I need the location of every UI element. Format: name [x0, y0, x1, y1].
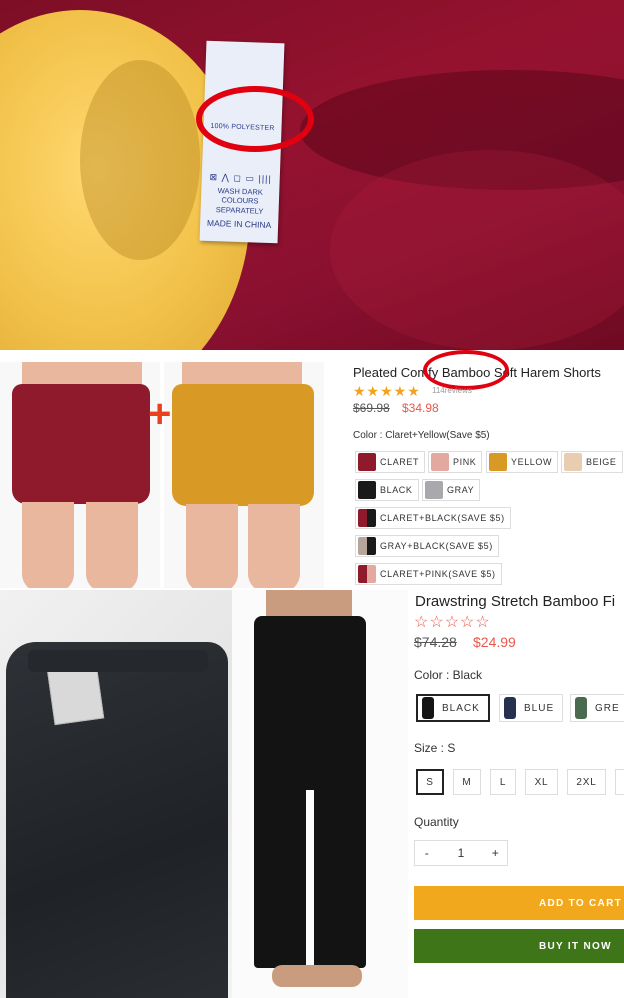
- highlight-circle: [196, 86, 314, 152]
- color-option-beige[interactable]: BEIGE: [561, 451, 623, 473]
- option-label: CLARET: [380, 457, 420, 467]
- tag-origin: MADE IN CHINA: [206, 217, 272, 231]
- pants-product-section: Drawstring Stretch Bamboo Fi ☆☆☆☆☆ $74.2…: [0, 590, 624, 998]
- swatch: [431, 453, 449, 471]
- size-option-xl[interactable]: XL: [525, 769, 558, 795]
- size-option-s[interactable]: S: [416, 769, 444, 795]
- color-option-gray-black[interactable]: GRAY+BLACK(SAVE $5): [355, 535, 499, 557]
- qty-increase-button[interactable]: +: [484, 841, 507, 865]
- model-left-leg: [186, 504, 238, 588]
- pants-thumbnail: [504, 697, 516, 719]
- plus-icon: +: [148, 392, 172, 436]
- option-label: PINK: [453, 457, 477, 467]
- option-label: YELLOW: [511, 457, 553, 467]
- swatch: [425, 481, 443, 499]
- color-option-gray[interactable]: GRAY: [422, 479, 481, 501]
- yellow-shorts: [172, 384, 314, 506]
- option-label: XL: [534, 776, 549, 788]
- highlight-circle: [423, 350, 509, 390]
- review-count[interactable]: 114reviews: [432, 386, 472, 395]
- size-option-m[interactable]: M: [453, 769, 481, 795]
- swatch: [489, 453, 507, 471]
- option-label: M: [462, 776, 472, 788]
- original-price: $74.28: [414, 634, 457, 650]
- color-label: Color : Claret+Yellow(Save $5): [353, 430, 490, 441]
- swatch: [564, 453, 582, 471]
- option-label: BLACK: [380, 485, 413, 495]
- quantity-stepper: - 1 +: [414, 840, 508, 866]
- swatch: [358, 565, 376, 583]
- rating-stars-icon[interactable]: ★★★★★: [353, 383, 421, 400]
- color-option-claret-black[interactable]: CLARET+BLACK(SAVE $5): [355, 507, 511, 529]
- mustard-fabric-fold: [80, 60, 200, 260]
- pants-model-image: [232, 590, 408, 998]
- product-title: Drawstring Stretch Bamboo Fi: [415, 593, 616, 610]
- swatch: [358, 481, 376, 499]
- model-feet: [272, 965, 362, 987]
- option-label: CLARET+BLACK(SAVE $5): [380, 513, 505, 523]
- size-option-l[interactable]: L: [490, 769, 516, 795]
- option-label: GRAY: [447, 485, 475, 495]
- pants-thumbnail: [575, 697, 587, 719]
- color-option-yellow[interactable]: YELLOW: [486, 451, 559, 473]
- swatch: [358, 509, 376, 527]
- wash-symbols-icon: ⊠ ⋀ ◻ ▭ ||||: [209, 171, 273, 184]
- flatlay-pants: [6, 642, 228, 998]
- sale-price: $24.99: [473, 634, 516, 650]
- size-option-2xl[interactable]: 2XL: [567, 769, 606, 795]
- qty-decrease-button[interactable]: -: [415, 841, 438, 865]
- model-left-leg: [22, 502, 74, 588]
- sale-price: $34.98: [402, 401, 439, 415]
- swatch: [358, 537, 376, 555]
- option-label: BLUE: [524, 702, 555, 714]
- color-option-pink[interactable]: PINK: [428, 451, 483, 473]
- buy-now-button[interactable]: BUY IT NOW: [414, 929, 624, 963]
- model-right-leg: [248, 504, 300, 588]
- pants-gap: [306, 790, 314, 970]
- fabric-label-photo: 100% POLYESTER ⊠ ⋀ ◻ ▭ |||| WASH DARK CO…: [0, 0, 624, 350]
- color-option-claret[interactable]: CLARET: [355, 451, 426, 473]
- pants-thumbnail: [422, 697, 434, 719]
- color-option-black[interactable]: BLACK: [355, 479, 419, 501]
- option-label: CLARET+PINK(SAVE $5): [380, 569, 496, 579]
- option-label: 2XL: [576, 776, 597, 788]
- yellow-shorts-image: [164, 362, 324, 588]
- fabric-fold-highlight: [330, 150, 624, 350]
- claret-shorts-image: [0, 362, 160, 588]
- quantity-label: Quantity: [414, 815, 459, 829]
- color-label: Color : Black: [414, 668, 483, 682]
- shorts-product-section: + Pleated Comfy Bamboo Soft Harem Shorts…: [0, 350, 624, 590]
- option-label: GRAY+BLACK(SAVE $5): [380, 541, 493, 551]
- quantity-input[interactable]: 1: [438, 841, 483, 865]
- size-option-partial[interactable]: [615, 769, 624, 795]
- pants-waistband: [28, 650, 208, 672]
- rating-stars-icon[interactable]: ☆☆☆☆☆: [414, 612, 491, 632]
- color-option-blue[interactable]: BLUE: [499, 694, 564, 722]
- original-price: $69.98: [353, 401, 390, 415]
- pants-flatlay-image: [0, 590, 232, 998]
- color-option-claret-pink[interactable]: CLARET+PINK(SAVE $5): [355, 563, 502, 585]
- model-right-leg: [86, 502, 138, 588]
- option-label: S: [426, 776, 434, 788]
- color-option-green[interactable]: GRE: [570, 694, 624, 722]
- claret-shorts: [12, 384, 150, 504]
- color-option-black[interactable]: BLACK: [416, 694, 490, 722]
- size-label: Size : S: [414, 741, 456, 755]
- option-label: BLACK: [442, 702, 480, 714]
- option-label: L: [499, 776, 507, 788]
- option-label: GRE: [595, 702, 620, 714]
- swatch: [358, 453, 376, 471]
- add-to-cart-button[interactable]: ADD TO CART: [414, 886, 624, 920]
- tag-care-text: WASH DARK COLOURS SEPARATELY: [215, 186, 264, 216]
- option-label: BEIGE: [586, 457, 617, 467]
